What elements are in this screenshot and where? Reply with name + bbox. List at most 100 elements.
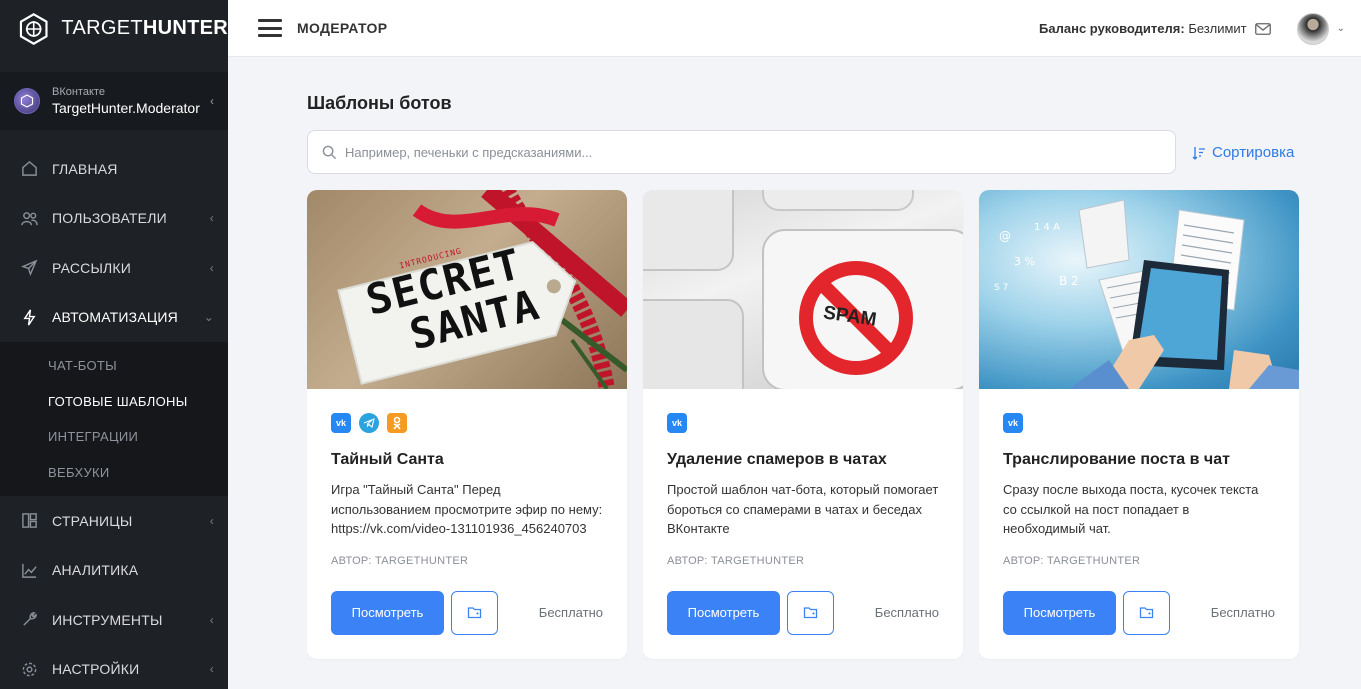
platform-list: vk [331, 413, 603, 433]
sort-icon [1192, 146, 1205, 160]
nav-label: СТРАНИЦЫ [52, 512, 133, 529]
nav-item-automation[interactable]: АВТОМАТИЗАЦИЯ ⌄ [0, 293, 228, 343]
odnoklassniki-icon [387, 413, 407, 433]
nav-item-pages[interactable]: СТРАНИЦЫ ‹ [0, 496, 228, 546]
account-avatar [14, 88, 40, 114]
platform-list: vk [1003, 413, 1275, 433]
chevron-down-icon: ⌄ [203, 310, 214, 325]
nav-item-analytics[interactable]: АНАЛИТИКА [0, 546, 228, 596]
subnav-item-integrations[interactable]: ИНТЕГРАЦИИ [0, 419, 228, 455]
nav-label: ПОЛЬЗОВАТЕЛИ [52, 210, 167, 227]
card-image-post-broadcast[interactable]: @ 1 4 A 3 % B 2 S 7 [979, 190, 1299, 389]
logo-text: TARGETHUNTER [61, 17, 228, 39]
balance-value: Безлимит [1188, 21, 1247, 36]
subnav-item-webhooks[interactable]: ВЕБХУКИ [0, 455, 228, 491]
nav-label: НАСТРОЙКИ [52, 661, 140, 678]
card-image-secret-santa[interactable]: INTRODUCING SECRET SANTA [307, 190, 627, 389]
view-button[interactable]: Посмотреть [331, 590, 444, 635]
chevron-left-icon: ‹ [209, 260, 214, 275]
main-nav: ГЛАВНАЯ ПОЛЬЗОВАТЕЛИ ‹ РАССЫЛКИ ‹ АВТОМА… [0, 144, 228, 689]
send-icon [20, 259, 38, 277]
account-switcher[interactable]: ВКонтакте TargetHunter.Moderator ‹ [0, 72, 228, 130]
balance-label: Баланс руководителя: [1039, 21, 1185, 36]
search-input[interactable] [345, 144, 1145, 160]
folder-add-icon [1139, 607, 1154, 619]
chevron-down-icon[interactable]: ⌄ [1337, 23, 1345, 34]
gear-icon [20, 660, 38, 678]
home-icon [20, 160, 38, 178]
pages-icon [20, 512, 38, 530]
card-description: Простой шаблон чат-бота, который помогае… [667, 482, 939, 536]
view-button[interactable]: Посмотреть [1003, 590, 1116, 635]
price-label: Бесплатно [874, 605, 939, 620]
menu-toggle-button[interactable] [258, 19, 282, 37]
search-box [307, 130, 1176, 174]
mail-icon[interactable] [1254, 22, 1271, 35]
logo[interactable]: TARGETHUNTER [0, 0, 228, 57]
nav-label: АНАЛИТИКА [52, 562, 139, 579]
nav-item-users[interactable]: ПОЛЬЗОВАТЕЛИ ‹ [0, 194, 228, 244]
balance-info: Баланс руководителя: Безлимит [1039, 21, 1247, 36]
tablet-documents-illustration: @ 1 4 A 3 % B 2 S 7 [994, 199, 1299, 389]
card-image-spam[interactable]: SPAM [643, 190, 963, 389]
card-author: АВТОР: TARGETHUNTER [667, 554, 805, 567]
card-body: vk Тайный Санта Игра "Тайный Санта" Пере… [307, 389, 627, 659]
platform-list: vk [667, 413, 939, 433]
sort-button[interactable]: Сортировка [1192, 144, 1294, 161]
folder-add-icon [467, 607, 482, 619]
subnav-item-templates[interactable]: ГОТОВЫЕ ШАБЛОНЫ [0, 384, 228, 420]
card-actions: Посмотреть Бесплатно [331, 590, 603, 635]
price-label: Бесплатно [538, 605, 603, 620]
nav-label: АВТОМАТИЗАЦИЯ [52, 309, 178, 326]
page-title: Шаблоны ботов [307, 93, 452, 113]
user-avatar[interactable] [1296, 12, 1329, 45]
template-card: @ 1 4 A 3 % B 2 S 7 vk Транслирование по… [979, 190, 1299, 659]
nav-label: ГЛАВНАЯ [52, 160, 118, 177]
sidebar: TARGETHUNTER ВКонтакте TargetHunter.Mode… [0, 0, 228, 689]
nav-item-settings[interactable]: НАСТРОЙКИ ‹ [0, 645, 228, 689]
svg-text:@: @ [999, 229, 1011, 243]
card-actions: Посмотреть Бесплатно [1003, 590, 1275, 635]
top-header: МОДЕРАТОР Баланс руководителя: Безлимит … [228, 0, 1361, 57]
telegram-icon [359, 413, 379, 433]
view-button[interactable]: Посмотреть [667, 590, 780, 635]
card-actions: Посмотреть Бесплатно [667, 590, 939, 635]
header-title: МОДЕРАТОР [297, 20, 388, 36]
copy-template-button[interactable] [451, 590, 498, 635]
wrench-icon [20, 611, 38, 629]
card-author: АВТОР: TARGETHUNTER [331, 554, 469, 567]
chevron-left-icon: ‹ [209, 662, 214, 677]
account-name: TargetHunter.Moderator [52, 100, 200, 116]
card-body: vk Транслирование поста в чат Сразу посл… [979, 389, 1299, 659]
lightning-icon [20, 308, 38, 326]
svg-text:3 %: 3 % [1014, 255, 1035, 268]
sort-label: Сортировка [1212, 144, 1295, 161]
chart-icon [20, 561, 38, 579]
copy-template-button[interactable] [787, 590, 834, 635]
price-label: Бесплатно [1210, 605, 1275, 620]
chevron-left-icon: ‹ [209, 211, 214, 226]
chevron-left-icon: ‹ [209, 612, 214, 627]
template-card: INTRODUCING SECRET SANTA vk Тайный Санта… [307, 190, 627, 659]
logo-icon [19, 12, 48, 45]
svg-text:1 4 A: 1 4 A [1034, 222, 1060, 233]
nav-item-mailings[interactable]: РАССЫЛКИ ‹ [0, 243, 228, 293]
nav-item-tools[interactable]: ИНСТРУМЕНТЫ ‹ [0, 595, 228, 645]
template-card: SPAM vk Удаление спамеров в чатах Просто… [643, 190, 963, 659]
folder-add-icon [803, 607, 818, 619]
nav-item-home[interactable]: ГЛАВНАЯ [0, 144, 228, 194]
svg-text:B 2: B 2 [1059, 274, 1079, 288]
card-body: vk Удаление спамеров в чатах Простой шаб… [643, 389, 963, 659]
header-right: Баланс руководителя: Безлимит ⌄ [1039, 0, 1345, 57]
copy-template-button[interactable] [1123, 590, 1170, 635]
svg-text:S 7: S 7 [994, 283, 1008, 293]
account-network: ВКонтакте [52, 86, 105, 98]
chevron-left-icon: ‹ [209, 513, 214, 528]
vk-icon: vk [1003, 413, 1023, 433]
vk-icon: vk [667, 413, 687, 433]
search-icon [322, 145, 337, 159]
subnav-item-chatbots[interactable]: ЧАТ-БОТЫ [0, 348, 228, 384]
automation-subnav: ЧАТ-БОТЫ ГОТОВЫЕ ШАБЛОНЫ ИНТЕГРАЦИИ ВЕБХ… [0, 342, 228, 496]
card-description: Сразу после выхода поста, кусочек текста… [1003, 482, 1259, 536]
card-author: АВТОР: TARGETHUNTER [1003, 554, 1141, 567]
